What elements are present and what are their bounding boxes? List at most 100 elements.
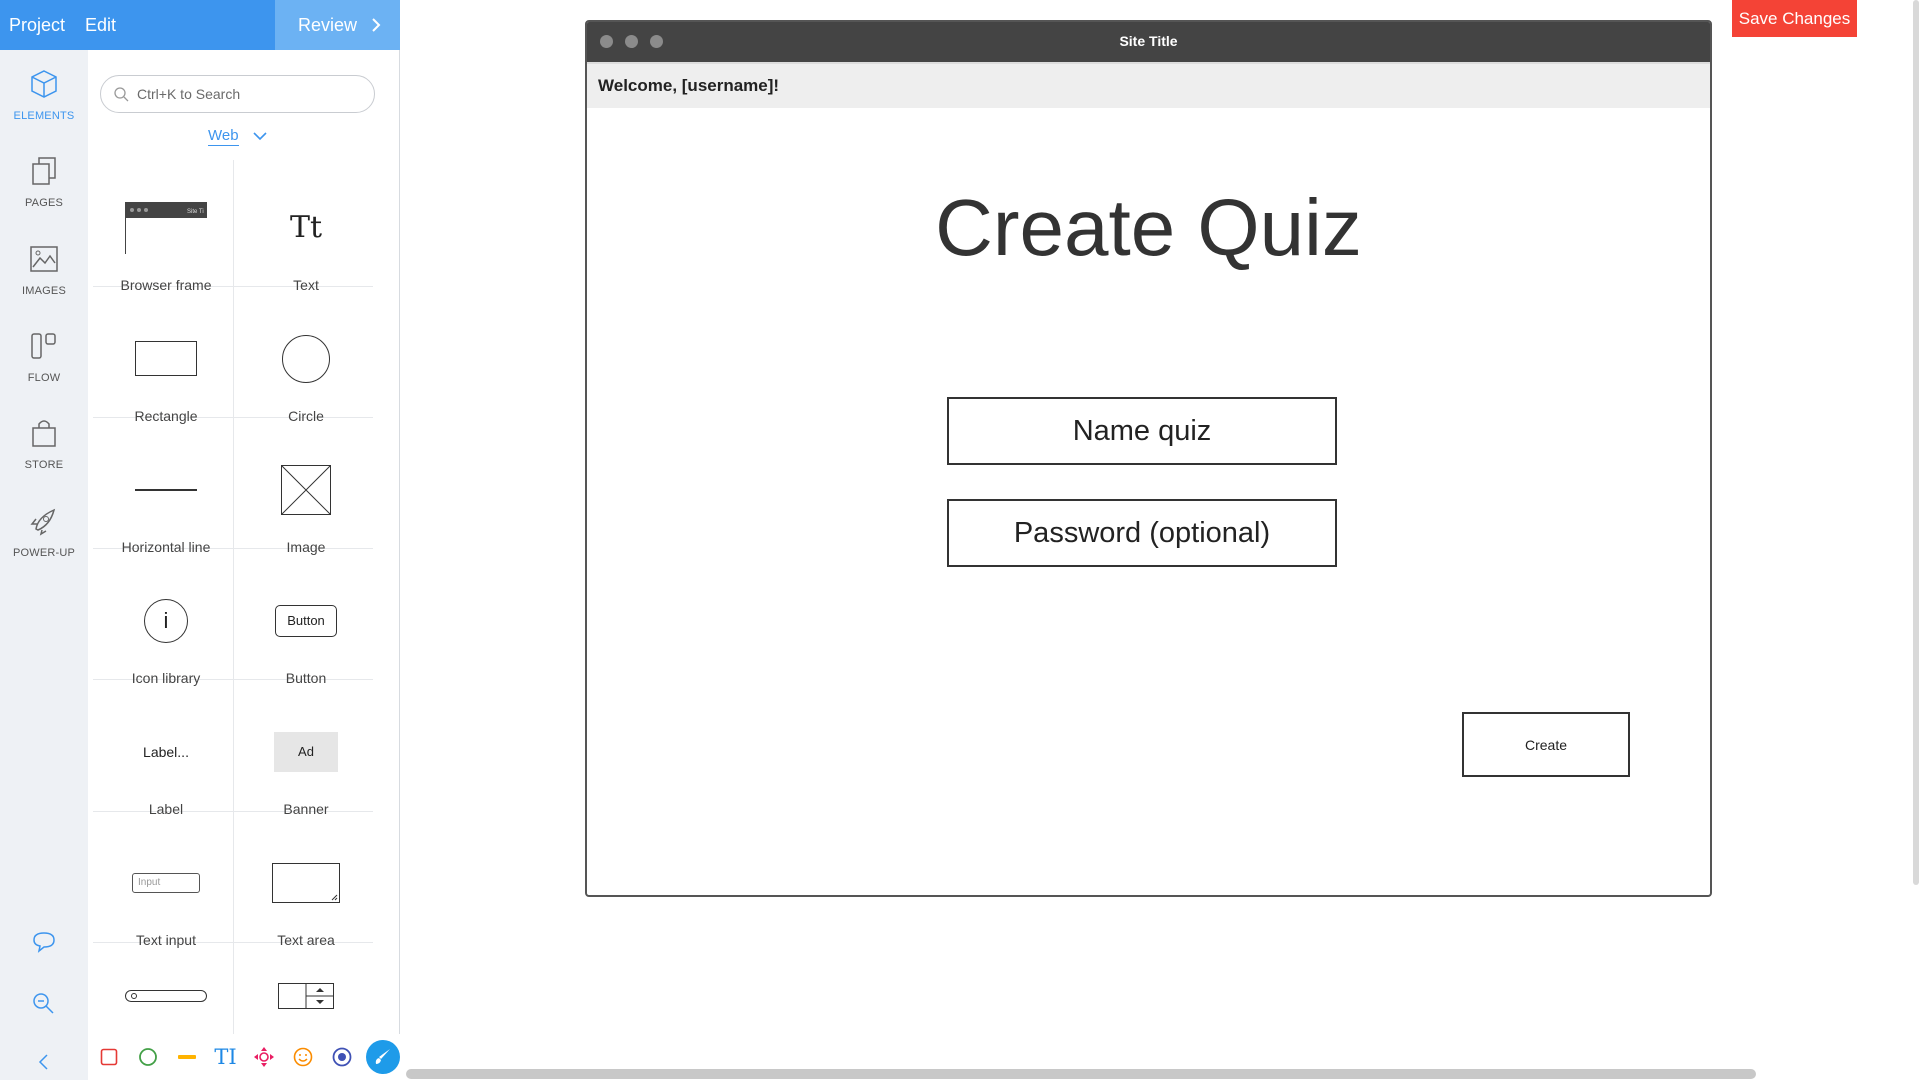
comment-icon[interactable]: [28, 928, 60, 960]
flow-icon: [31, 333, 56, 359]
brush-tool-icon[interactable]: [366, 1040, 400, 1074]
element-label: Banner: [283, 801, 329, 817]
rail-item-store[interactable]: STORE: [0, 417, 88, 473]
text-input-preview-text: Input: [132, 872, 200, 893]
label-preview: Label...: [96, 704, 236, 799]
horizontal-scrollbar[interactable]: [406, 1069, 1756, 1079]
rectangle-tool-icon[interactable]: [94, 1042, 124, 1072]
text-tool-glyph: TI: [214, 1045, 237, 1069]
category-value: Web: [208, 127, 239, 146]
element-image[interactable]: Image: [236, 442, 376, 573]
element-text[interactable]: Tt Text: [236, 180, 376, 311]
text-tool-icon[interactable]: TI: [211, 1042, 241, 1072]
site-title: Site Title: [1119, 33, 1178, 49]
pages-icon: [32, 157, 56, 185]
review-label: Review: [298, 14, 358, 35]
button-preview: Button: [236, 573, 376, 668]
project-menu[interactable]: Project: [9, 15, 65, 36]
browser-frame-preview: Site Ti: [96, 180, 236, 275]
search-box[interactable]: [100, 75, 375, 113]
move-tool-icon[interactable]: [250, 1042, 280, 1072]
element-label-item[interactable]: Label... Label: [96, 704, 236, 835]
element-banner[interactable]: Ad Banner: [236, 704, 376, 835]
element-label: Image: [286, 539, 326, 555]
element-label: Label: [148, 801, 184, 817]
left-rail: ELEMENTS PAGES IMAGES FLOW STORE POWER-U…: [0, 50, 88, 1080]
element-browser-frame[interactable]: Site Ti Browser frame: [96, 180, 236, 311]
save-changes-button[interactable]: Save Changes: [1732, 0, 1857, 37]
rail-label: POWER-UP: [12, 547, 76, 559]
collapse-icon[interactable]: [28, 1046, 60, 1078]
text-preview-glyph: Tt: [289, 210, 323, 245]
element-label: Browser frame: [120, 277, 212, 293]
edit-menu[interactable]: Edit: [85, 15, 116, 36]
rail-label: FLOW: [27, 372, 61, 384]
element-label: Button: [285, 670, 327, 686]
text-preview: Tt: [236, 180, 376, 275]
stepper-preview: [236, 966, 376, 1026]
label-preview-text: Label...: [143, 743, 189, 760]
element-label: Rectangle: [134, 408, 198, 424]
welcome-text: Welcome, [username]!: [587, 62, 1710, 108]
button-preview-text: Button: [275, 604, 337, 637]
browser-titlebar: Site Title: [587, 22, 1710, 62]
element-horizontal-line[interactable]: Horizontal line: [96, 442, 236, 573]
element-search-field[interactable]: [96, 966, 236, 1026]
element-label: Text: [293, 277, 319, 293]
main-menu: Project Edit: [0, 0, 275, 50]
create-button[interactable]: Create: [1462, 712, 1630, 777]
review-button[interactable]: Review: [275, 0, 400, 50]
circle-preview: [236, 311, 376, 406]
line-tool-icon[interactable]: [172, 1042, 202, 1072]
name-quiz-field[interactable]: Name quiz: [947, 397, 1337, 465]
bag-icon: [32, 420, 56, 447]
cube-icon: [31, 70, 57, 98]
image-preview: [236, 442, 376, 537]
zoom-icon[interactable]: [28, 988, 60, 1020]
elements-panel: Web Site Ti Browser frame Tt Text Rectan…: [88, 50, 400, 1080]
icon-library-preview: i: [96, 573, 236, 668]
element-label: Horizontal line: [121, 539, 211, 555]
banner-preview-text: Ad: [274, 731, 338, 772]
rail-item-flow[interactable]: FLOW: [0, 330, 88, 386]
vertical-scrollbar[interactable]: [1913, 0, 1919, 885]
element-text-input[interactable]: Input Text input: [96, 835, 236, 966]
text-input-preview: Input: [96, 835, 236, 930]
browser-frame[interactable]: Site Title Welcome, [username]! Create Q…: [585, 20, 1712, 897]
rail-label: ELEMENTS: [13, 110, 75, 122]
element-label: Text area: [277, 932, 335, 948]
top-bar: Project Edit Review: [0, 0, 400, 50]
chevron-down-icon: [253, 132, 267, 141]
rail-item-elements[interactable]: ELEMENTS: [0, 68, 88, 124]
password-field[interactable]: Password (optional): [947, 499, 1337, 567]
search-input[interactable]: [137, 86, 357, 102]
element-label: Circle: [288, 408, 324, 424]
text-area-preview: [236, 835, 376, 930]
emoji-tool-icon[interactable]: [288, 1042, 318, 1072]
circle-tool-icon[interactable]: [133, 1042, 163, 1072]
rail-item-powerup[interactable]: POWER-UP: [0, 505, 88, 561]
category-select[interactable]: Web: [208, 127, 267, 146]
element-button[interactable]: Button Button: [236, 573, 376, 704]
element-label: Icon library: [131, 670, 201, 686]
banner-preview: Ad: [236, 704, 376, 799]
search-field-preview: [96, 966, 236, 1026]
page-title: Create Quiz: [935, 183, 1362, 272]
rail-label: PAGES: [24, 197, 64, 209]
info-icon: i: [144, 598, 188, 643]
rail-label: IMAGES: [22, 285, 66, 297]
target-tool-icon[interactable]: [327, 1042, 357, 1072]
element-icon-library[interactable]: i Icon library: [96, 573, 236, 704]
rocket-icon: [30, 508, 56, 536]
search-icon: [114, 87, 129, 102]
element-rectangle[interactable]: Rectangle: [96, 311, 236, 442]
element-stepper[interactable]: [236, 966, 376, 1026]
rail-label: STORE: [24, 459, 64, 471]
element-circle[interactable]: Circle: [236, 311, 376, 442]
element-text-area[interactable]: Text area: [236, 835, 376, 966]
rail-item-images[interactable]: IMAGES: [0, 243, 88, 299]
browser-frame-preview-title: Site Ti: [187, 209, 204, 215]
rail-item-pages[interactable]: PAGES: [0, 155, 88, 211]
horizontal-line-preview: [96, 442, 236, 537]
element-label: Text input: [136, 932, 196, 948]
